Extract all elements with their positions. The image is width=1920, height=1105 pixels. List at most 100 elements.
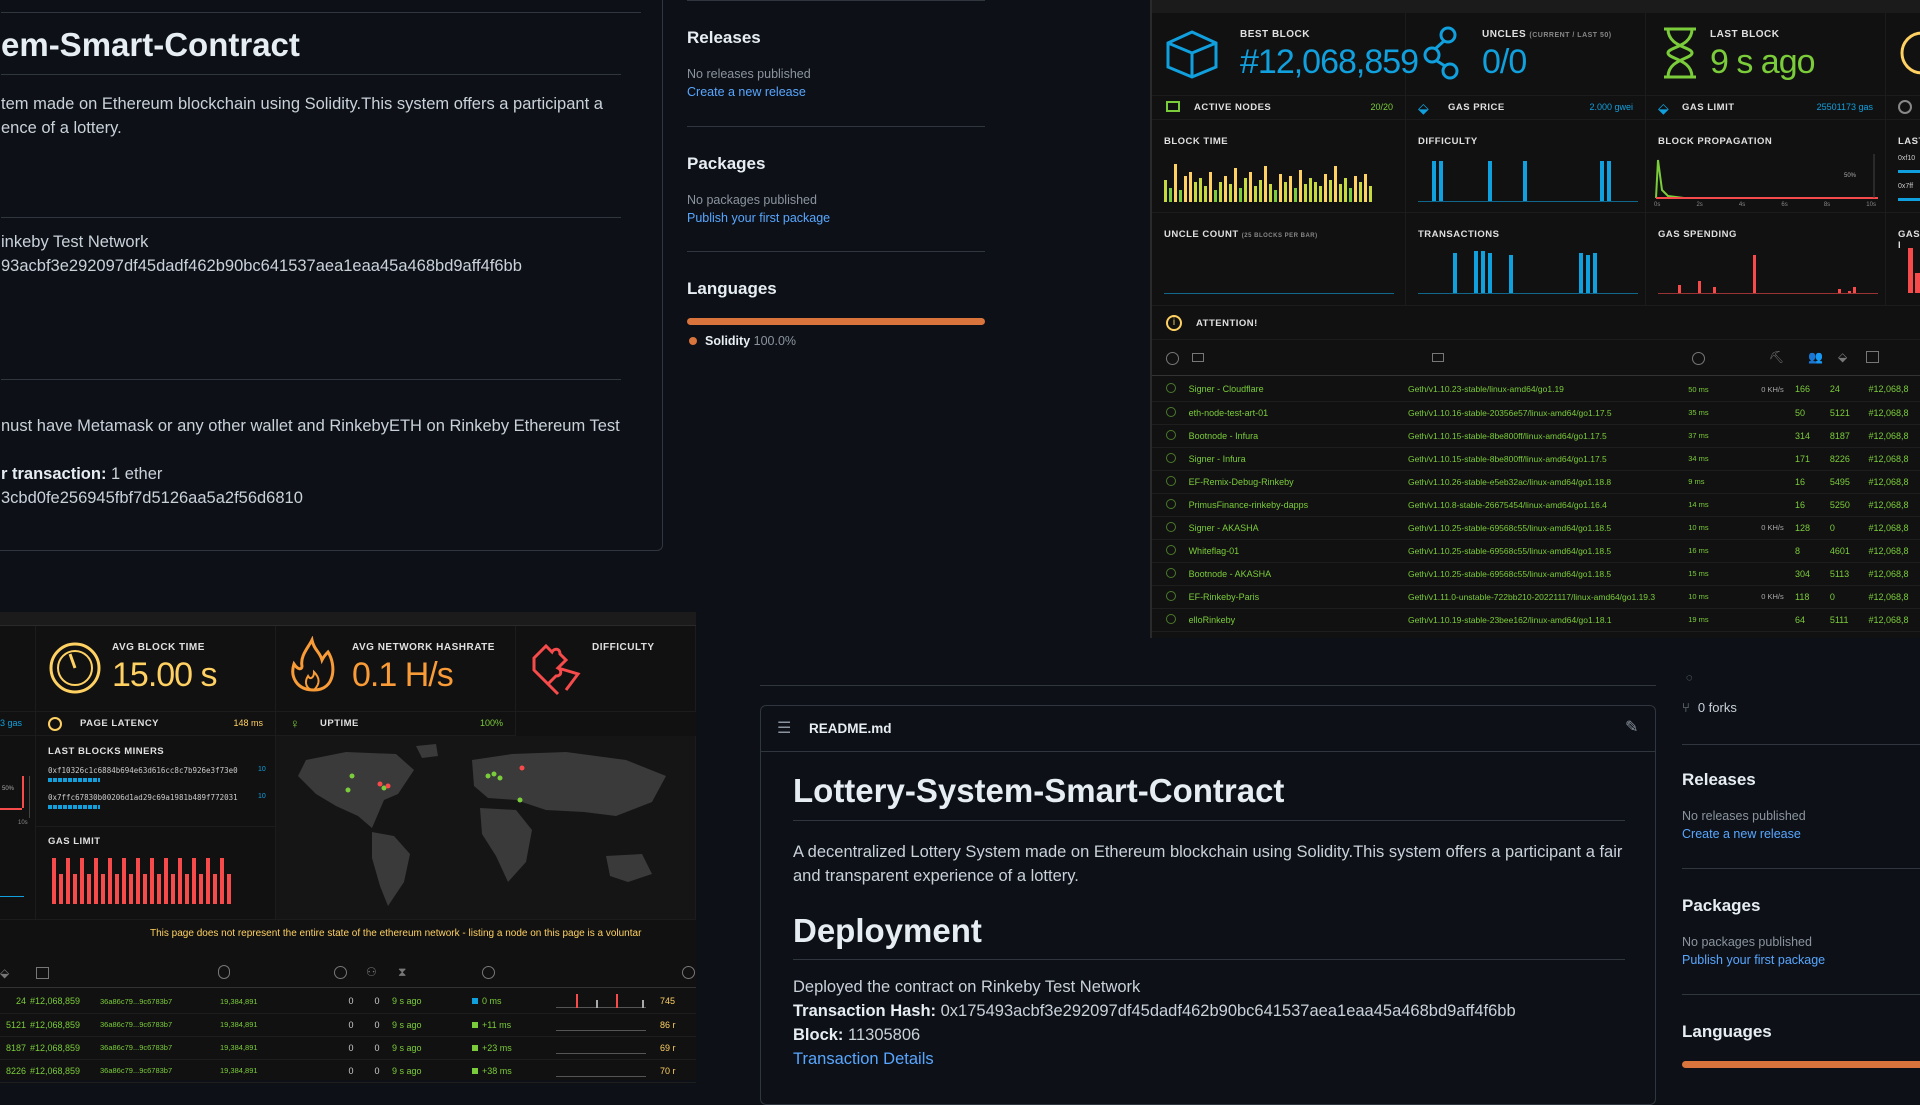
node-lat: 9 ms [1674, 470, 1750, 494]
chart-bar [1259, 180, 1262, 202]
publish-package-link[interactable]: Publish your first package [687, 211, 830, 225]
sparkline-tick [596, 999, 598, 1008]
miner2-address[interactable]: 0x7ffc67830b00206d1ad29c69a1981b489f7720… [48, 793, 238, 802]
client-col-icon[interactable] [1432, 353, 1444, 362]
uncles-label-text: UNCLES [1482, 29, 1527, 40]
prop-dot-icon [472, 1021, 478, 1028]
block-row[interactable]: 5121 #12,068,859 36a86c79...9c6783b7 19,384… [0, 1013, 696, 1037]
node-hr: 0 KH/s [1749, 585, 1795, 609]
node-pend: 5121 [1829, 401, 1861, 425]
fingerprint-icon[interactable] [218, 965, 230, 979]
last-block-label: LAST BLOCK [1710, 29, 1780, 40]
node-row[interactable]: Signer - Infura Geth/v1.10.15-stable-8be8… [1152, 447, 1920, 471]
hourglass-col-icon[interactable]: ⧗ [398, 965, 406, 980]
chart-bar [1523, 161, 1527, 201]
readme-deployment-heading: Deployment [793, 912, 982, 949]
node-row[interactable]: PrimusFinance-rinkeby-dapps Geth/v1.10.8-… [1152, 493, 1920, 517]
addr-cut1: 0xf10 [1898, 155, 1916, 162]
node-lat: 50 ms [1674, 378, 1750, 402]
status-col-icon[interactable] [1166, 352, 1179, 365]
miner1-address[interactable]: 0xf10326c1c6884b694e63d616cc8c7b926e3f73… [48, 766, 238, 775]
uncle-count-label-text: UNCLE COUNT [1164, 229, 1239, 240]
gas-limit-label-b: GAS LIMIT [48, 836, 101, 847]
block-t: 0 [362, 1036, 392, 1060]
uncles-col-icon[interactable]: ⚇ [366, 965, 377, 979]
chart-bar [1284, 182, 1287, 202]
chart-bar [1264, 166, 1267, 202]
block-row[interactable]: 24 #12,068,859 36a86c79...9c6783b7 19,384,8… [0, 990, 696, 1014]
mining-col-icon[interactable]: ⛏ [1769, 350, 1784, 364]
node-block: #12,068,8 [1860, 493, 1920, 517]
block-pend: 24 [0, 990, 30, 1014]
block-ago: 9 s ago [392, 990, 472, 1014]
node-ver: Geth/v1.10.19-stable-23bee162/linux-amd6… [1407, 608, 1675, 632]
block-icon[interactable] [36, 967, 49, 979]
chart-bar [1199, 178, 1202, 202]
block-col-icon[interactable] [1866, 351, 1879, 363]
block-prop-label: BLOCK PROPAGATION [1658, 136, 1773, 147]
miner1-count: 10 [258, 766, 266, 773]
list-icon[interactable]: ☰ [777, 718, 791, 738]
node-row[interactable]: EF-Rinkeby-Paris Geth/v1.11.0-unstable-72… [1152, 585, 1920, 609]
block-row[interactable]: 8187 #12,068,859 36a86c79...9c6783b7 19,384… [0, 1036, 696, 1060]
right-create-release-link[interactable]: Create a new release [1682, 827, 1801, 841]
node-name: EF-Remix-Debug-Rinkeby [1176, 470, 1408, 494]
node-row[interactable]: Signer - Cloudflare Geth/v1.10.23-stable/… [1152, 378, 1920, 402]
uptime-label: UPTIME [320, 718, 359, 729]
node-hr [1749, 401, 1795, 425]
chart-bar [206, 858, 210, 904]
last-cut-label: LAST [1898, 136, 1920, 147]
node-pend: 0 [1829, 516, 1861, 540]
best-block-value: #12,068,859 [1240, 43, 1419, 81]
node-ver: Geth/v1.10.15-stable-8be800ff/linux-amd6… [1407, 424, 1675, 448]
block-pend: 8226 [0, 1059, 30, 1083]
node-block: #12,068,8 [1860, 401, 1920, 425]
prop-tick: 0s [1654, 202, 1661, 208]
node-row[interactable]: Bootnode - AKASHA Geth/v1.10.25-stable-69… [1152, 562, 1920, 586]
prop-dot-icon [472, 1067, 478, 1074]
edit-pencil-icon[interactable]: ✎ [1625, 717, 1638, 737]
status-circle-icon [1166, 429, 1176, 440]
chart-bar [1194, 182, 1197, 202]
chart-bar [164, 858, 168, 904]
node-lat: 14 ms [1674, 493, 1750, 517]
transaction-details-link[interactable]: Transaction Details [793, 1050, 934, 1069]
language-item[interactable]: Solidity 100.0% [689, 334, 796, 348]
node-row[interactable]: Whiteflag-01 Geth/v1.10.25-stable-69568c5… [1152, 539, 1920, 563]
node-peers: 304 [1795, 562, 1830, 586]
forks-item[interactable]: ⑂ 0 forks [1682, 700, 1737, 715]
pending-col-icon[interactable]: ⬙ [1838, 350, 1847, 364]
cube-icon [1166, 30, 1218, 79]
history-col-icon[interactable] [682, 966, 695, 979]
right-publish-package-link[interactable]: Publish your first package [1682, 953, 1825, 967]
block-table-header: ⬙ ⚇ ⧗ [0, 958, 696, 988]
node-row[interactable]: Bootnode - Infura Geth/v1.10.15-stable-8b… [1152, 424, 1920, 448]
node-row[interactable]: elloRinkeby Geth/v1.10.19-stable-23bee162… [1152, 608, 1920, 632]
uncles-label: UNCLES (CURRENT / LAST 50) [1482, 29, 1612, 40]
prop-col-icon[interactable] [482, 966, 495, 979]
chart-bar [1713, 287, 1716, 293]
block-t: 0 [362, 1059, 392, 1083]
peers-col-icon[interactable]: 👥 [1808, 350, 1823, 364]
node-row[interactable]: EF-Remix-Debug-Rinkeby Geth/v1.10.26-stab… [1152, 470, 1920, 494]
chart-bar [1204, 186, 1207, 202]
miners-label: LAST BLOCKS MINERS [48, 746, 165, 757]
node-col-icon[interactable] [1192, 353, 1204, 362]
gas-price-cell: ⬙ GAS PRICE 2.000 gwei [1406, 96, 1646, 120]
node-row[interactable]: Signer - AKASHA Geth/v1.10.25-stable-6956… [1152, 516, 1920, 540]
tag-icon: ⬙ [1418, 100, 1429, 116]
block-row[interactable]: 8226 #12,068,859 36a86c79...9c6783b7 19,384… [0, 1059, 696, 1083]
clock-col-icon[interactable] [334, 966, 347, 979]
create-release-link[interactable]: Create a new release [687, 85, 806, 99]
prop-tick-b: 10s [18, 820, 28, 826]
node-lat: 10 ms [1674, 516, 1750, 540]
left-readme-desc2: ence of a lottery. [1, 119, 122, 137]
node-row[interactable]: eth-node-test-art-01 Geth/v1.10.16-stable… [1152, 401, 1920, 425]
chart-bar [227, 874, 231, 904]
chart-bar [1279, 174, 1282, 202]
node-pend: 24 [1829, 378, 1861, 402]
pending-icon[interactable]: ⬙ [0, 966, 9, 980]
block-ago: 9 s ago [392, 1013, 472, 1037]
latency-col-icon[interactable] [1692, 352, 1705, 365]
prop-ticks: 0s 2s 4s 6s 8s 10s [1654, 202, 1876, 208]
